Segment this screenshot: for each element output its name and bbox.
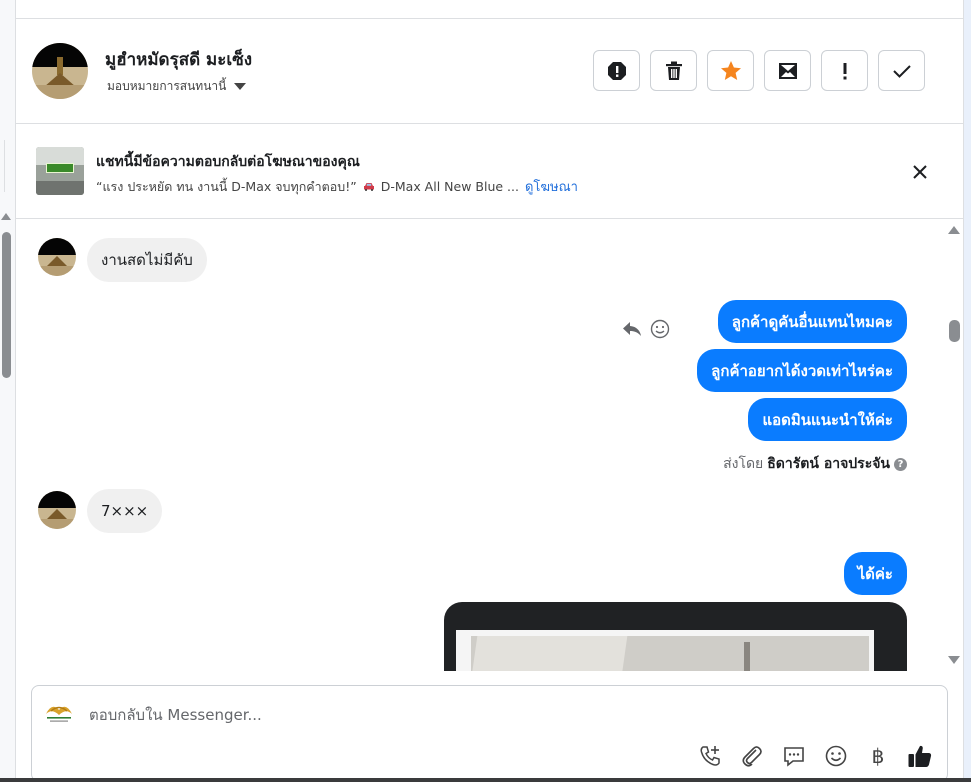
contact-avatar[interactable] bbox=[32, 43, 88, 99]
thumbs-up-icon bbox=[908, 745, 932, 767]
thread-scrollbar[interactable] bbox=[946, 219, 963, 671]
trash-icon bbox=[665, 61, 682, 80]
page-logo-icon bbox=[46, 706, 72, 722]
envelope-icon bbox=[778, 62, 797, 79]
thread-scrollbar-thumb[interactable] bbox=[949, 320, 960, 342]
sent-by-label: ส่งโดย ธิดารัตน์ อาจประจัน ? bbox=[723, 453, 907, 475]
sent-by-name: ธิดารัตน์ อาจประจัน bbox=[767, 456, 890, 472]
reply-icon[interactable] bbox=[622, 320, 642, 338]
incoming-message[interactable]: งานสดไม่มีคับ bbox=[87, 238, 207, 282]
view-ad-link[interactable]: ดูโฆษณา bbox=[525, 176, 578, 197]
help-icon[interactable]: ? bbox=[894, 457, 907, 471]
mark-unread-button[interactable] bbox=[764, 50, 811, 91]
sender-avatar[interactable] bbox=[38, 491, 76, 529]
call-add-icon bbox=[700, 746, 720, 766]
baht-icon: ฿ bbox=[871, 744, 885, 768]
top-bar bbox=[16, 0, 963, 19]
smiley-icon bbox=[825, 745, 847, 767]
car-icon bbox=[363, 183, 374, 191]
follow-up-button[interactable] bbox=[821, 50, 868, 91]
assign-label: มอบหมายการสนทนานี้ bbox=[107, 79, 227, 93]
alert-octagon-icon bbox=[607, 61, 626, 80]
saved-replies-button[interactable] bbox=[780, 742, 808, 770]
outgoing-message[interactable]: แอดมินแนะนำให้ค่ะ bbox=[748, 398, 907, 441]
banner-title: แชทนี้มีข้อความตอบกลับต่อโฆษณาของคุณ bbox=[96, 154, 360, 170]
banner-subtitle: “แรง ประหยัด ทน งานนี้ D-Max จบทุกคำตอบ!… bbox=[96, 176, 578, 197]
delete-button[interactable] bbox=[650, 50, 697, 91]
message-actions bbox=[622, 319, 670, 339]
contact-name[interactable]: มูฮำหมัดรุสดี มะเซ็ง bbox=[105, 46, 252, 73]
close-banner-button[interactable] bbox=[908, 160, 932, 184]
star-icon bbox=[720, 61, 741, 80]
outgoing-message[interactable]: ได้ค่ะ bbox=[843, 552, 907, 595]
composer-toolbar: ฿ bbox=[696, 742, 934, 770]
sent-by-prefix: ส่งโดย bbox=[723, 456, 764, 472]
outgoing-message[interactable]: ลูกค้าอยากได้งวดเท่าไหร่คะ bbox=[697, 349, 907, 392]
bottom-edge bbox=[0, 778, 971, 782]
react-smiley-icon[interactable] bbox=[650, 319, 670, 339]
left-scrollbar[interactable] bbox=[0, 0, 16, 782]
sender-avatar[interactable] bbox=[38, 238, 76, 276]
ad-name: D-Max All New Blue ... bbox=[380, 179, 519, 194]
ad-quote: “แรง ประหยัด ทน งานนี้ D-Max จบทุกคำตอบ!… bbox=[96, 178, 357, 194]
left-panel-edge bbox=[0, 140, 5, 192]
chat-bubble-icon bbox=[784, 747, 804, 767]
right-edge-strip bbox=[963, 0, 971, 782]
check-icon bbox=[892, 64, 911, 78]
outgoing-message[interactable]: ลูกค้าดูคันอื่นแทนไหมคะ bbox=[717, 300, 907, 343]
star-button[interactable] bbox=[707, 50, 754, 91]
messenger-inbox-page: มูฮำหมัดรุสดี มะเซ็ง มอบหมายการสนทนานี้ bbox=[0, 0, 971, 782]
close-icon bbox=[913, 165, 927, 179]
caret-down-icon bbox=[234, 83, 247, 90]
scroll-up-arrow-icon[interactable] bbox=[1, 213, 11, 220]
attach-file-button[interactable] bbox=[738, 742, 766, 770]
paperclip-icon bbox=[742, 746, 762, 767]
emoji-button[interactable] bbox=[822, 742, 850, 770]
header-actions bbox=[593, 50, 925, 91]
conversation-header: มูฮำหมัดรุสดี มะเซ็ง มอบหมายการสนทนานี้ bbox=[16, 19, 963, 124]
reply-composer: ฿ bbox=[31, 685, 948, 782]
report-spam-button[interactable] bbox=[593, 50, 640, 91]
ad-thumbnail[interactable] bbox=[36, 147, 84, 195]
payment-button[interactable]: ฿ bbox=[864, 742, 892, 770]
scrollbar-thumb[interactable] bbox=[2, 232, 11, 378]
scroll-up-arrow-icon[interactable] bbox=[948, 226, 960, 234]
like-button[interactable] bbox=[906, 742, 934, 770]
assign-conversation-dropdown[interactable]: มอบหมายการสนทนานี้ bbox=[107, 77, 247, 96]
mark-done-button[interactable] bbox=[878, 50, 925, 91]
add-call-button[interactable] bbox=[696, 742, 724, 770]
message-thread[interactable]: งานสดไม่มีคับ ลูกค้าดูคันอื่นแทนไหมคะ ลู… bbox=[16, 219, 963, 671]
ad-reply-banner: แชทนี้มีข้อความตอบกลับต่อโฆษณาของคุณ “แร… bbox=[16, 124, 963, 219]
exclamation-icon bbox=[843, 62, 846, 79]
scroll-down-arrow-icon[interactable] bbox=[948, 656, 960, 664]
incoming-message[interactable]: 7××× bbox=[87, 489, 163, 533]
outgoing-image-message[interactable] bbox=[444, 602, 907, 671]
reply-input[interactable] bbox=[89, 704, 689, 726]
